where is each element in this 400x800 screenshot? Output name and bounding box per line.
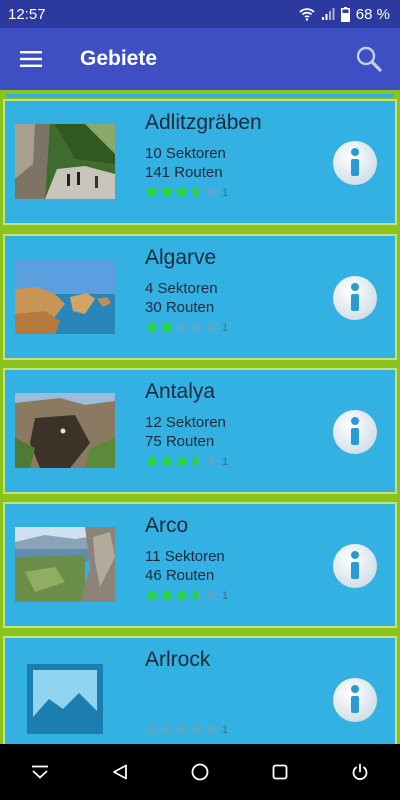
rating-count: 1 xyxy=(222,724,229,736)
star-icon xyxy=(190,185,204,198)
area-list[interactable]: Adlitzgräben 10 Sektoren 141 Routen 1 Algarv… xyxy=(0,90,400,744)
battery-icon xyxy=(340,6,350,22)
star-icon xyxy=(160,454,174,467)
info-button[interactable] xyxy=(331,274,379,322)
star-icon xyxy=(205,185,219,198)
area-card[interactable]: Antalya 12 Sektoren 75 Routen 1 xyxy=(3,368,397,494)
star-icon xyxy=(175,185,189,198)
star-icon xyxy=(190,588,204,601)
star-icon xyxy=(145,588,159,601)
area-thumbnail xyxy=(15,527,115,602)
area-routes: 30 Routen xyxy=(145,299,215,316)
rating-count: 1 xyxy=(222,456,229,468)
star-icon xyxy=(190,320,204,333)
hamburger-menu-icon xyxy=(20,51,42,67)
area-thumbnail xyxy=(15,393,115,468)
nav-recents-button[interactable] xyxy=(255,747,305,797)
star-icon xyxy=(145,185,159,198)
info-icon xyxy=(333,678,377,722)
area-name: Antalya xyxy=(145,380,216,403)
star-icon xyxy=(205,588,219,601)
star-rating: 1 xyxy=(145,588,228,602)
area-routes: 75 Routen xyxy=(145,433,215,450)
star-rating: 1 xyxy=(145,722,228,736)
area-card[interactable]: Arlrock 1 xyxy=(3,636,397,744)
search-icon xyxy=(356,46,382,72)
nav-home-button[interactable] xyxy=(175,747,225,797)
star-icon xyxy=(160,722,174,735)
info-icon xyxy=(333,141,377,185)
power-icon xyxy=(352,763,368,781)
info-button[interactable] xyxy=(331,139,379,187)
area-sectors: 4 Sektoren xyxy=(145,280,218,297)
area-name: Adlitzgräben xyxy=(145,111,262,134)
info-button[interactable] xyxy=(331,676,379,724)
star-icon xyxy=(145,320,159,333)
star-icon xyxy=(160,320,174,333)
area-sectors: 12 Sektoren xyxy=(145,414,226,431)
star-icon xyxy=(205,320,219,333)
menu-button[interactable] xyxy=(0,28,62,90)
area-routes: 141 Routen xyxy=(145,164,223,181)
star-rating: 1 xyxy=(145,320,228,334)
area-name: Algarve xyxy=(145,246,217,269)
area-name: Arlrock xyxy=(145,648,211,671)
area-thumbnail xyxy=(15,259,115,334)
star-icon xyxy=(205,722,219,735)
search-button[interactable] xyxy=(338,28,400,90)
signal-icon xyxy=(321,8,335,20)
area-name: Arco xyxy=(145,514,189,537)
area-thumbnail xyxy=(15,124,115,199)
star-icon xyxy=(160,185,174,198)
area-sectors: 11 Sektoren xyxy=(145,548,225,565)
area-thumbnail xyxy=(15,661,115,736)
home-icon xyxy=(191,763,209,781)
area-card[interactable]: Adlitzgräben 10 Sektoren 141 Routen 1 xyxy=(3,99,397,225)
star-icon xyxy=(190,722,204,735)
star-icon xyxy=(190,454,204,467)
area-card[interactable]: Arco 11 Sektoren 46 Routen 1 xyxy=(3,502,397,628)
status-icons: 68 % xyxy=(299,6,390,23)
area-routes: 46 Routen xyxy=(145,567,215,584)
status-bar: 12:57 68 % xyxy=(0,0,400,28)
nav-power-button[interactable] xyxy=(335,747,385,797)
star-icon xyxy=(175,588,189,601)
page-title: Gebiete xyxy=(80,47,158,70)
rating-count: 1 xyxy=(222,322,229,334)
star-icon xyxy=(175,454,189,467)
wifi-icon xyxy=(299,8,315,21)
info-icon xyxy=(333,410,377,454)
rating-count: 1 xyxy=(222,590,229,602)
recents-icon xyxy=(272,764,288,780)
battery-percent: 68 % xyxy=(355,5,390,23)
info-button[interactable] xyxy=(331,408,379,456)
star-icon xyxy=(205,454,219,467)
star-icon xyxy=(175,320,189,333)
system-nav-bar xyxy=(0,744,400,800)
star-icon xyxy=(160,588,174,601)
app-bar: Gebiete xyxy=(0,28,400,90)
area-sectors: 10 Sektoren xyxy=(145,145,226,162)
info-icon xyxy=(333,276,377,320)
area-card[interactable]: Algarve 4 Sektoren 30 Routen 1 xyxy=(3,234,397,360)
back-icon xyxy=(113,764,127,780)
rating-count: 1 xyxy=(222,187,229,199)
star-icon xyxy=(145,722,159,735)
nav-collapse-button[interactable] xyxy=(15,747,65,797)
star-rating: 1 xyxy=(145,185,228,199)
info-icon xyxy=(333,544,377,588)
info-button[interactable] xyxy=(331,542,379,590)
previous-card-edge xyxy=(6,94,394,98)
star-rating: 1 xyxy=(145,454,228,468)
star-icon xyxy=(145,454,159,467)
nav-back-button[interactable] xyxy=(95,747,145,797)
star-icon xyxy=(175,722,189,735)
status-time: 12:57 xyxy=(8,5,46,23)
collapse-icon xyxy=(32,765,48,779)
